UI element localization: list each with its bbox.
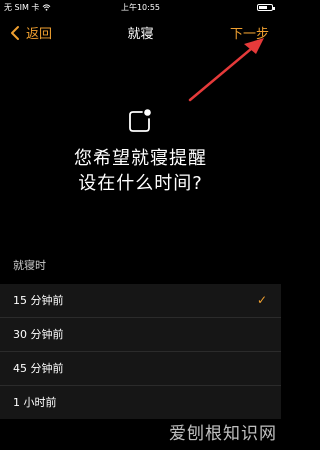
hero-question: 您希望就寝提醒 设在什么时间? xyxy=(0,146,281,196)
section-header: 就寝时 xyxy=(13,259,46,272)
option-15-min[interactable]: 15 分钟前 ✓ xyxy=(0,284,281,317)
annotation-arrow xyxy=(188,38,264,102)
bedtime-section: 就寝时 15 分钟前 ✓ 30 分钟前 45 分钟前 1 小时前 xyxy=(0,248,281,419)
option-label: 30 分钟前 xyxy=(13,328,64,341)
checkmark-icon: ✓ xyxy=(256,293,267,307)
option-label: 1 小时前 xyxy=(13,396,57,409)
option-label: 15 分钟前 xyxy=(13,294,64,307)
hero-line-2: 设在什么时间? xyxy=(78,173,203,194)
watermark: 爱刨根知识网 xyxy=(169,424,277,444)
option-label: 45 分钟前 xyxy=(13,362,64,375)
hero-line-1: 您希望就寝提醒 xyxy=(74,148,207,169)
option-45-min[interactable]: 45 分钟前 xyxy=(0,351,281,385)
bedtime-icon xyxy=(129,109,151,132)
option-1-hour[interactable]: 1 小时前 xyxy=(0,385,281,419)
options-list: 15 分钟前 ✓ 30 分钟前 45 分钟前 1 小时前 xyxy=(0,284,281,419)
option-30-min[interactable]: 30 分钟前 xyxy=(0,317,281,351)
